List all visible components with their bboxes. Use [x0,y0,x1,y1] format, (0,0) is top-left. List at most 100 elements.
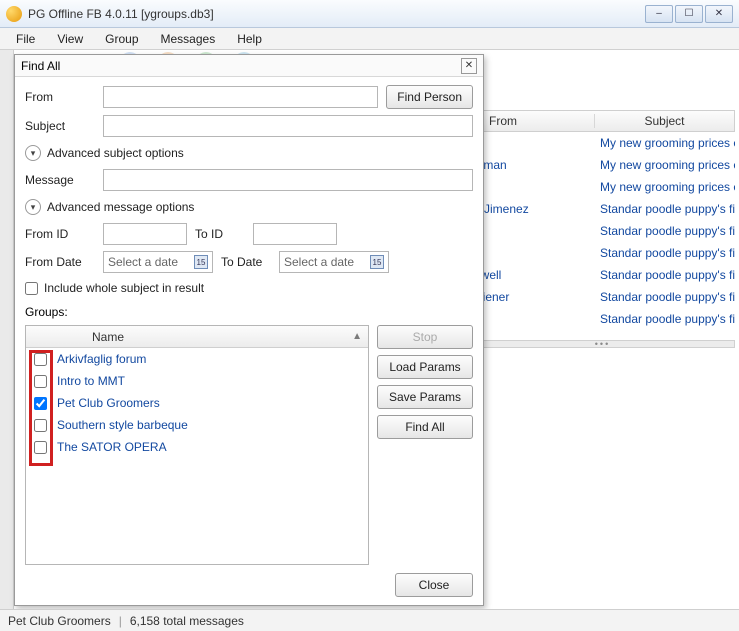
groups-list: Name ▲ Arkivfaglig forum Intro to MMT Pet … [25,325,369,565]
menu-view[interactable]: View [47,30,93,48]
sort-asc-icon: ▲ [352,331,362,342]
group-name: Arkivfaglig forum [57,352,146,366]
message-from: n Jimenez [470,202,594,216]
close-button[interactable]: Close [395,573,473,597]
message-row[interactable]: n JimenezStandar poodle puppy's fi [470,198,735,220]
from-date-input[interactable]: Select a date 15 [103,251,213,273]
message-subject: Standar poodle puppy's fi [594,268,735,282]
group-row[interactable]: The SATOR OPERA [26,436,368,458]
from-id-input[interactable] [103,223,187,245]
statusbar: Pet Club Groomers | 6,158 total messages [0,609,739,631]
left-panel-strip [0,50,14,609]
message-list-header: From Subject [470,110,735,132]
message-subject: My new grooming prices e [594,180,735,194]
group-row[interactable]: Southern style barbeque [26,414,368,436]
calendar-icon: 15 [194,255,208,269]
group-checkbox[interactable] [34,441,47,454]
message-from: ipman [470,158,594,172]
group-checkbox[interactable] [34,397,47,410]
to-date-label: To Date [221,255,271,269]
message-subject: Standar poodle puppy's fi [594,246,735,260]
group-name: Southern style barbeque [57,418,188,432]
menu-help[interactable]: Help [227,30,272,48]
subject-input[interactable] [103,115,473,137]
message-subject: My new grooming prices e [594,136,735,150]
message-subject: My new grooming prices e [594,158,735,172]
groups-label: Groups: [25,305,473,319]
load-params-button[interactable]: Load Params [377,355,473,379]
dialog-title: Find All [21,59,60,73]
message-from: Diener [470,290,594,304]
find-all-dialog: Find All ✕ From Find Person Subject ▾ Ad… [14,54,484,606]
chevron-down-icon: ▾ [25,145,41,161]
menu-group[interactable]: Group [95,30,148,48]
include-subject-checkbox[interactable] [25,282,38,295]
advanced-subject-label: Advanced subject options [47,146,184,160]
titlebar: PG Offline FB 4.0.11 [ygroups.db3] – ☐ ✕ [0,0,739,28]
message-row[interactable]: nwellStandar poodle puppy's fi [470,264,735,286]
menubar: File View Group Messages Help [0,28,739,50]
calendar-icon: 15 [370,255,384,269]
subject-label: Subject [25,119,95,133]
group-name: Pet Club Groomers [57,396,160,410]
window-controls: – ☐ ✕ [645,5,733,23]
include-subject-label: Include whole subject in result [44,281,204,295]
message-subject: Standar poodle puppy's fi [594,224,735,238]
group-row[interactable]: Arkivfaglig forum [26,348,368,370]
find-person-button[interactable]: Find Person [386,85,473,109]
group-row[interactable]: Pet Club Groomers [26,392,368,414]
minimize-button[interactable]: – [645,5,673,23]
main-area: From Subject My new grooming prices eipm… [0,50,739,609]
from-date-label: From Date [25,255,95,269]
message-row[interactable]: My new grooming prices e [470,176,735,198]
status-count: 6,158 total messages [130,614,244,628]
to-id-input[interactable] [253,223,337,245]
group-name: Intro to MMT [57,374,125,388]
maximize-button[interactable]: ☐ [675,5,703,23]
message-from: nwell [470,268,594,282]
group-name: The SATOR OPERA [57,440,167,454]
message-list: From Subject My new grooming prices eipm… [470,110,735,330]
from-date-placeholder: Select a date [108,255,178,269]
message-row[interactable]: Standar poodle puppy's fi [470,242,735,264]
message-row[interactable]: My new grooming prices e [470,132,735,154]
advanced-subject-toggle[interactable]: ▾ Advanced subject options [25,143,473,163]
group-checkbox[interactable] [34,353,47,366]
message-row[interactable]: Standar poodle puppy's fi [470,308,735,330]
groups-name-column: Name [32,330,124,344]
close-window-button[interactable]: ✕ [705,5,733,23]
group-checkbox[interactable] [34,375,47,388]
save-params-button[interactable]: Save Params [377,385,473,409]
menu-messages[interactable]: Messages [151,30,226,48]
column-subject[interactable]: Subject [595,114,734,128]
advanced-message-toggle[interactable]: ▾ Advanced message options [25,197,473,217]
chevron-down-icon: ▾ [25,199,41,215]
from-label: From [25,90,95,104]
message-row[interactable]: ipmanMy new grooming prices e [470,154,735,176]
group-checkbox[interactable] [34,419,47,432]
advanced-message-label: Advanced message options [47,200,194,214]
dialog-header: Find All ✕ [15,55,483,77]
group-row[interactable]: Intro to MMT [26,370,368,392]
message-subject: Standar poodle puppy's fi [594,202,735,216]
message-label: Message [25,173,95,187]
message-from: n [470,224,594,238]
dialog-close-icon[interactable]: ✕ [461,58,477,74]
status-group: Pet Club Groomers [8,614,111,628]
status-separator: | [119,614,122,628]
column-from[interactable]: From [471,114,595,128]
to-date-placeholder: Select a date [284,255,354,269]
message-input[interactable] [103,169,473,191]
menu-file[interactable]: File [6,30,45,48]
find-all-button[interactable]: Find All [377,415,473,439]
from-id-label: From ID [25,227,95,241]
from-input[interactable] [103,86,378,108]
to-date-input[interactable]: Select a date 15 [279,251,389,273]
app-icon [6,6,22,22]
message-row[interactable]: DienerStandar poodle puppy's fi [470,286,735,308]
window-title: PG Offline FB 4.0.11 [ygroups.db3] [28,7,214,21]
message-row[interactable]: nStandar poodle puppy's fi [470,220,735,242]
splitter-handle[interactable]: ••• [470,340,735,348]
message-subject: Standar poodle puppy's fi [594,312,735,326]
groups-list-header[interactable]: Name ▲ [26,326,368,348]
